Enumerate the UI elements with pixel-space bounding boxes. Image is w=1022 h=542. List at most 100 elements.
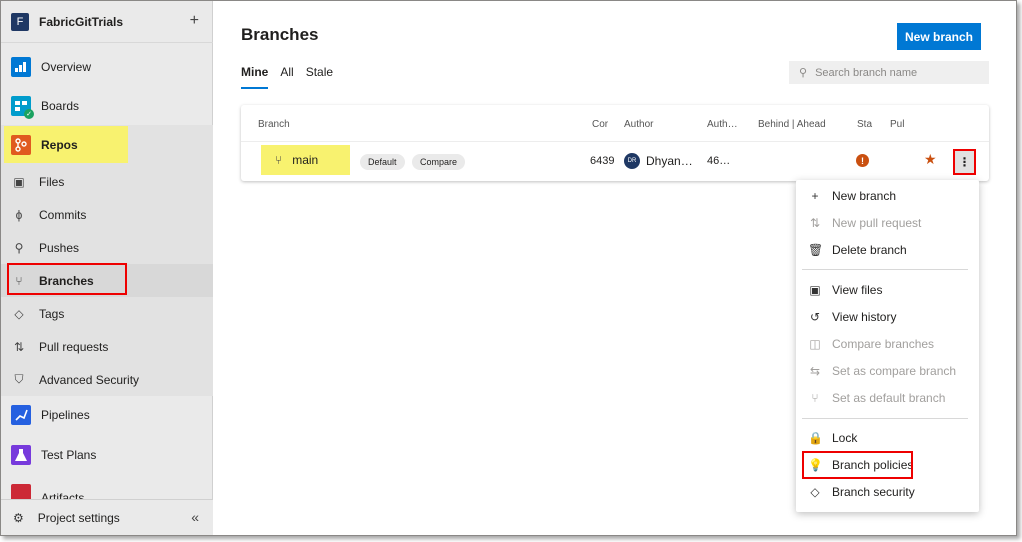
menu-item-lock[interactable]: 🔒 Lock xyxy=(796,425,979,451)
branch-icon: ⑂ xyxy=(811,391,819,405)
sidebar-item-label: Tags xyxy=(39,306,65,321)
project-settings-label: Project settings xyxy=(37,510,120,525)
tab-mine[interactable]: Mine xyxy=(241,65,269,89)
menu-separator xyxy=(802,418,968,419)
boards-icon: ✓ xyxy=(11,96,34,119)
menu-item-view-history[interactable]: ↺ View history xyxy=(796,304,979,330)
sidebar-subitem-files[interactable]: ▣ Files xyxy=(1,165,213,198)
header-branch: Branch xyxy=(258,119,290,130)
branch-policies-annotation-box xyxy=(802,451,913,479)
menu-item-label: Lock xyxy=(832,431,858,445)
file-icon: ▣ xyxy=(13,174,25,189)
sidebar-item-artifacts[interactable]: Artifacts xyxy=(1,481,213,499)
menu-item-compare-branches[interactable]: ◫ Compare branches xyxy=(796,331,979,357)
header-behind-ahead: Behind | Ahead xyxy=(758,119,826,130)
search-placeholder: Search branch name xyxy=(815,66,918,79)
pull-request-icon: ⇅ xyxy=(13,339,25,354)
window-frame: F FabricGitTrials + Overview ✓ Boards Re… xyxy=(0,0,1017,536)
sidebar-item-label: Pull requests xyxy=(39,339,109,354)
shield-icon: ⛉ xyxy=(14,372,24,386)
menu-item-branch-security[interactable]: ◇ Branch security xyxy=(796,479,979,505)
project-settings[interactable]: ⚙ Project settings « xyxy=(1,499,213,535)
sidebar-item-overview[interactable]: Overview xyxy=(1,53,213,81)
history-icon: ↺ xyxy=(809,310,821,324)
new-branch-button[interactable]: New branch xyxy=(897,23,981,50)
menu-item-new-pull-request[interactable]: ⇅ New pull request xyxy=(796,210,979,236)
sidebar: F FabricGitTrials + Overview ✓ Boards Re… xyxy=(1,1,213,535)
menu-item-set-default-branch[interactable]: ⑂ Set as default branch xyxy=(796,385,979,411)
sidebar-item-label: Artifacts xyxy=(41,491,85,499)
sidebar-subitem-pushes[interactable]: ⚲ Pushes xyxy=(1,231,213,264)
author-name: Dhyan… xyxy=(646,154,693,168)
menu-item-label: Branch security xyxy=(832,485,915,499)
menu-item-label: View files xyxy=(832,283,883,297)
authored-date: 46… xyxy=(707,155,731,167)
status-warning-icon[interactable]: ! xyxy=(856,154,869,167)
push-icon: ⚲ xyxy=(14,240,24,255)
header-status: Sta xyxy=(857,119,873,130)
sidebar-subitem-tags[interactable]: ◇ Tags xyxy=(1,297,213,330)
sidebar-subitem-advanced-security[interactable]: ⛉ Advanced Security xyxy=(1,363,213,396)
sidebar-item-label: Advanced Security xyxy=(39,372,140,387)
sidebar-item-label: Repos xyxy=(41,138,78,152)
tag-icon: ◇ xyxy=(14,306,24,321)
compare-badge: Compare xyxy=(412,154,466,170)
collapse-sidebar-icon[interactable]: « xyxy=(191,509,199,525)
branch-name: main xyxy=(292,153,319,167)
menu-separator xyxy=(802,269,968,270)
menu-item-label: Set as compare branch xyxy=(832,364,957,378)
header-pull: Pul xyxy=(890,119,905,130)
branch-icon: ⑂ xyxy=(275,153,283,167)
tab-stale[interactable]: Stale xyxy=(306,65,333,89)
lock-icon: 🔒 xyxy=(808,431,823,445)
sidebar-item-label: Overview xyxy=(41,60,92,74)
add-icon[interactable]: + xyxy=(190,12,199,30)
sidebar-subitem-commits[interactable]: ϕ Commits xyxy=(1,198,213,231)
sidebar-item-repos[interactable]: Repos xyxy=(1,125,213,165)
default-badge: Default xyxy=(360,154,405,170)
gear-icon: ⚙ xyxy=(13,510,24,525)
avatar: DR xyxy=(624,153,640,169)
sidebar-item-label: Boards xyxy=(41,99,80,113)
overview-icon xyxy=(11,57,31,77)
repos-icon xyxy=(11,135,31,155)
sidebar-item-label: Pipelines xyxy=(41,408,90,422)
artifacts-icon xyxy=(11,484,31,499)
trash-icon: 🗑 xyxy=(808,243,824,257)
pull-request-icon: ⇅ xyxy=(809,216,821,230)
pipelines-icon xyxy=(11,405,31,425)
search-input[interactable]: ⚲ Search branch name xyxy=(789,61,989,84)
compare-icon: ◫ xyxy=(809,337,821,351)
sidebar-item-label: Test Plans xyxy=(41,448,97,462)
file-icon: ▣ xyxy=(809,283,821,297)
tab-all[interactable]: All xyxy=(280,65,293,89)
sidebar-item-test-plans[interactable]: Test Plans xyxy=(1,441,213,469)
filter-icon: ⚲ xyxy=(799,67,808,79)
header-authored: Auth… xyxy=(707,119,738,130)
sidebar-subitem-pull-requests[interactable]: ⇅ Pull requests xyxy=(1,330,213,363)
more-actions-button[interactable]: ⋮ xyxy=(953,149,976,175)
star-icon[interactable]: ★ xyxy=(924,151,937,168)
swap-icon: ⇆ xyxy=(809,364,821,378)
commit-id[interactable]: 6439 xyxy=(590,155,614,167)
sidebar-item-label: Pushes xyxy=(39,240,80,255)
project-header[interactable]: F FabricGitTrials + xyxy=(1,1,213,43)
branches-annotation-box xyxy=(7,263,127,295)
sidebar-item-pipelines[interactable]: Pipelines xyxy=(1,401,213,429)
menu-item-view-files[interactable]: ▣ View files xyxy=(796,277,979,303)
sidebar-item-boards[interactable]: ✓ Boards xyxy=(1,92,213,120)
page-title: Branches xyxy=(241,25,319,44)
shield-icon: ◇ xyxy=(810,485,820,499)
menu-item-delete-branch[interactable]: 🗑 Delete branch xyxy=(796,237,979,263)
branch-table: Branch Cor Author Auth… Behind | Ahead S… xyxy=(241,105,989,181)
branch-tabs: Mine All Stale xyxy=(241,65,333,89)
menu-item-label: View history xyxy=(832,310,897,324)
commit-icon: ϕ xyxy=(15,207,23,222)
menu-item-set-compare-branch[interactable]: ⇆ Set as compare branch xyxy=(796,358,979,384)
menu-item-new-branch[interactable]: + New branch xyxy=(796,183,979,209)
sidebar-item-label: Commits xyxy=(39,207,87,222)
test-plans-icon xyxy=(11,445,31,465)
table-row-branch-name[interactable]: ⑂ main xyxy=(261,145,350,175)
plus-icon: + xyxy=(811,189,819,203)
more-vertical-icon: ⋮ xyxy=(958,155,971,169)
